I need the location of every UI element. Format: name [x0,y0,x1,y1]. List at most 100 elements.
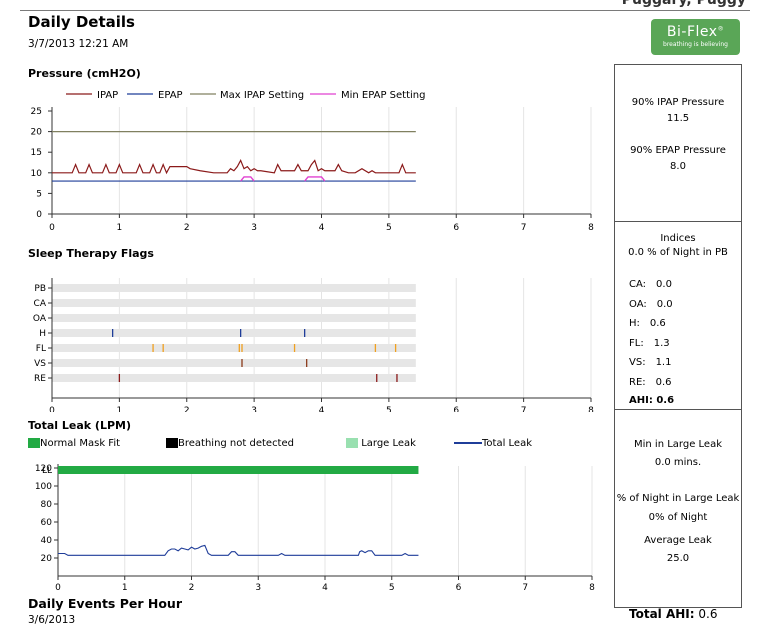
logo-mark: ® [717,25,725,33]
ahi-row: AHI: 0.6 [629,395,674,406]
y-tick-label: 40 [41,536,53,546]
x-tick-label: 7 [521,406,527,412]
flag-band-pb [52,284,416,292]
index-label: FL: [629,337,644,349]
logo-tagline: breathing is believing [663,41,728,48]
avg-leak-value: 25.0 [666,553,690,564]
index-label: VS: [629,357,646,368]
y-tick-label: 20 [31,128,43,138]
index-label: OA: [629,298,647,310]
epap-90-label: 90% EPAP Pressure [630,145,726,156]
x-tick-label: 0 [55,583,61,593]
legend-large-leak-label: Large Leak [361,438,416,449]
x-tick-label: 7 [522,583,528,593]
x-tick-label: 5 [389,583,395,593]
min-epap-segment [240,176,255,182]
daily-events-title: Daily Events Per Hour [28,596,182,611]
x-tick-label: 1 [117,406,123,412]
index-value: 1.1 [655,357,672,368]
flags-chart: 0 1 2 3 4 5 6 7 8 PB CA OA H FL VS RE [33,278,594,412]
x-tick-label: 4 [322,583,328,593]
index-label: CA: [629,279,647,290]
legend-large-leak-swatch [346,438,358,448]
x-tick-label: 0 [49,406,55,412]
report-date: 3/7/2013 12:21 AM [28,38,129,50]
ahi-label: AHI: [629,395,653,406]
ipap-90-value: 11.5 [666,113,690,124]
x-tick-label: 2 [184,406,190,412]
x-tick-label: 7 [521,223,527,233]
x-tick-label: 1 [122,583,128,593]
flag-band-vs [52,359,416,367]
legend-max-ipap-label: Max IPAP Setting [220,90,304,101]
x-tick-label: 5 [386,406,392,412]
legend-bnd-swatch [166,438,178,448]
x-tick-label: 3 [255,583,261,593]
panel-divider [615,409,741,410]
index-value: 0.0 [656,279,672,290]
leak-legend-total: Total Leak [454,438,532,449]
legend-epap-label: EPAP [158,90,183,101]
leak-legend-bnd: Breathing not detected [166,438,294,449]
y-tick-label: 20 [41,554,53,564]
flag-row-label: PB [34,284,46,294]
x-tick-label: 8 [588,223,594,233]
x-tick-label: 3 [251,223,257,233]
panel-divider [615,221,741,222]
index-row-oa: OA: 0.0 [629,299,673,310]
total-ahi: Total AHI: 0.6 [629,607,717,621]
flag-row-label: VS [34,359,46,369]
pressure-chart: IPAP EPAP Max IPAP Setting Min EPAP Sett… [31,90,595,233]
index-row-re: RE: 0.6 [629,377,672,388]
pressure-chart-title: Pressure (cmH2O) [28,67,141,80]
flags-chart-title: Sleep Therapy Flags [28,247,154,260]
legend-total-leak-swatch [454,442,482,444]
epap-90-value: 8.0 [670,161,686,172]
legend-min-epap-label: Min EPAP Setting [341,90,426,101]
biflex-logo: Bi-Flex® breathing is believing [651,19,740,55]
index-row-fl: FL: 1.3 [629,338,670,349]
pct-large-leak-label: % of Night in Large Leak [616,493,740,504]
ipap-90-label: 90% IPAP Pressure [631,97,725,108]
y-tick-label: 0 [36,210,42,220]
flag-band-re [52,374,416,382]
min-large-leak-value: 0.0 mins. [654,457,702,468]
pct-large-leak-value: 0% of Night [648,512,708,523]
leak-chart-title: Total Leak (LPM) [28,419,131,432]
leak-legend: Normal Mask Fit [28,438,120,449]
normal-mask-fit-bar [58,466,419,474]
flag-row-label: OA [33,314,47,324]
x-tick-label: 8 [588,406,594,412]
flag-band-h [52,329,416,337]
large-leak-row-label: LL [42,466,52,476]
index-label: H: [629,318,640,329]
min-large-leak-label: Min in Large Leak [634,439,722,450]
x-tick-label: 4 [319,406,325,412]
leak-chart: 0 1 2 3 4 5 6 7 820406080100120LL [35,464,595,593]
y-tick-label: 25 [31,107,42,117]
x-tick-label: 5 [386,223,392,233]
leak-legend-large: Large Leak [346,438,416,449]
total-leak-line [58,544,419,556]
index-row-ca: CA: 0.0 [629,279,672,290]
index-value: 0.0 [656,298,673,310]
x-tick-label: 2 [184,223,190,233]
flag-band-oa [52,314,416,322]
avg-leak-label: Average Leak [644,535,712,546]
index-row-h: H: 0.6 [629,318,666,329]
y-tick-label: 5 [36,189,42,199]
legend-normal-fit-swatch [28,438,40,448]
flag-band-ca [52,299,416,307]
index-row-vs: VS: 1.1 [629,357,671,368]
index-value: 1.3 [653,337,670,349]
y-tick-label: 15 [31,148,42,158]
legend-normal-fit-label: Normal Mask Fit [40,438,121,449]
x-tick-label: 2 [189,583,195,593]
legend-ipap-label: IPAP [97,90,118,101]
legend-bnd-label: Breathing not detected [178,438,294,449]
x-tick-label: 0 [49,223,55,233]
legend-total-leak-label: Total Leak [482,438,532,449]
ipap-line [52,159,416,175]
total-ahi-label: Total AHI: [629,607,695,621]
y-tick-label: 60 [41,518,53,528]
